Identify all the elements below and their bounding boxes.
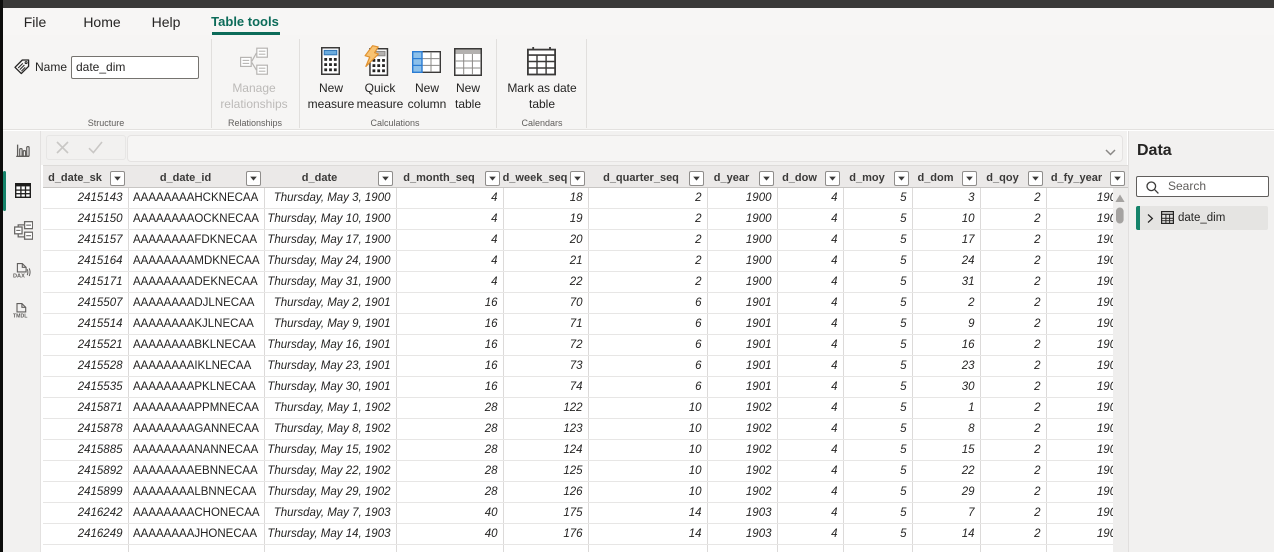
svg-text:TMDL: TMDL: [13, 314, 28, 319]
svg-text:DAX: DAX: [13, 273, 25, 279]
